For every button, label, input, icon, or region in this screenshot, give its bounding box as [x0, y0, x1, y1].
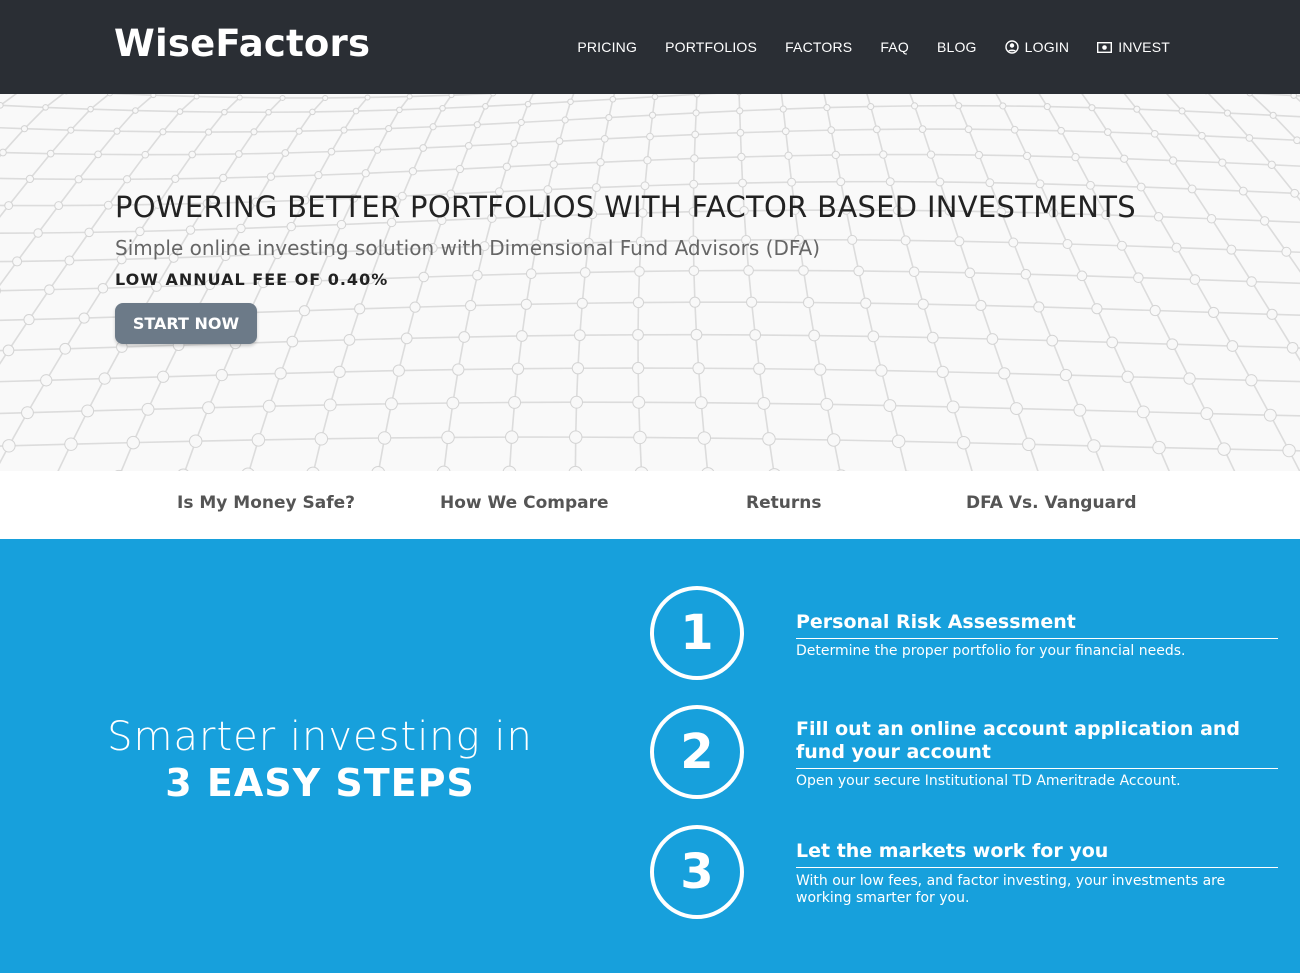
- step-3-description: With our low fees, and factor investing,…: [796, 873, 1226, 906]
- step-1-description: Determine the proper portfolio for your …: [796, 643, 1186, 659]
- nav-blog[interactable]: BLOG: [937, 39, 977, 55]
- nav-portfolios[interactable]: PORTFOLIOS: [665, 39, 757, 55]
- site-header: WiseFactors PRICING PORTFOLIOS FACTORS F…: [0, 0, 1300, 94]
- nav-faq[interactable]: FAQ: [880, 39, 909, 55]
- step-2-divider: [796, 768, 1278, 769]
- hero-title: POWERING BETTER PORTFOLIOS WITH FACTOR B…: [115, 190, 1136, 224]
- nav-invest-label: INVEST: [1118, 39, 1170, 55]
- hero-banner: POWERING BETTER PORTFOLIOS WITH FACTOR B…: [0, 94, 1300, 471]
- nav-login-label: LOGIN: [1024, 39, 1070, 55]
- step-3-title: Let the markets work for you: [796, 840, 1109, 862]
- steps-tagline-emphasis: 3 EASY STEPS: [165, 761, 475, 805]
- step-2-description: Open your secure Institutional TD Amerit…: [796, 773, 1181, 789]
- link-dfa-vs-vanguard[interactable]: DFA Vs. Vanguard: [966, 493, 1137, 513]
- link-returns[interactable]: Returns: [746, 493, 821, 513]
- nav-invest[interactable]: INVEST: [1097, 39, 1170, 55]
- main-nav: PRICING PORTFOLIOS FACTORS FAQ BLOG LOGI…: [577, 0, 1170, 94]
- steps-tagline: Smarter investing in: [107, 714, 533, 760]
- step-1-number: 1: [650, 586, 744, 680]
- hero-fee: LOW ANNUAL FEE OF 0.40%: [115, 270, 389, 289]
- step-2-number: 2: [650, 705, 744, 799]
- money-icon: [1097, 41, 1113, 53]
- step-3-number: 3: [650, 825, 744, 919]
- link-is-my-money-safe[interactable]: Is My Money Safe?: [177, 493, 355, 513]
- nav-pricing[interactable]: PRICING: [577, 39, 637, 55]
- step-1-divider: [796, 638, 1278, 639]
- link-how-we-compare[interactable]: How We Compare: [440, 493, 609, 513]
- user-circle-icon: [1004, 40, 1019, 54]
- step-1-title: Personal Risk Assessment: [796, 611, 1076, 633]
- steps-section: Smarter investing in 3 EASY STEPS 1 Pers…: [0, 539, 1300, 973]
- secondary-nav: Is My Money Safe? How We Compare Returns…: [0, 471, 1300, 539]
- nav-login[interactable]: LOGIN: [1004, 39, 1070, 55]
- step-3-divider: [796, 867, 1278, 868]
- hero-subtitle: Simple online investing solution with Di…: [115, 236, 820, 260]
- nav-factors[interactable]: FACTORS: [785, 39, 852, 55]
- step-2-title: Fill out an online account application a…: [796, 718, 1241, 763]
- start-now-button[interactable]: START NOW: [115, 303, 257, 344]
- site-logo[interactable]: WiseFactors: [114, 22, 370, 65]
